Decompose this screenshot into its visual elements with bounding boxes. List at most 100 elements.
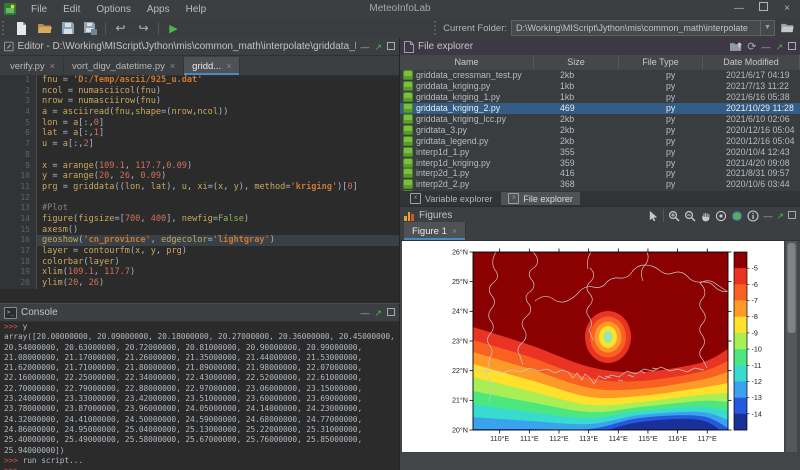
line-number: 11 (0, 182, 37, 193)
save-button[interactable] (59, 20, 76, 36)
undo-button[interactable]: ↩ (112, 20, 129, 36)
x-tick-label: 116°E (668, 434, 687, 443)
x-tick-label: 114°E (609, 434, 628, 443)
line-number: 14 (0, 214, 37, 225)
dock-tab-variable-explorer[interactable]: xVariable explorer (403, 192, 499, 205)
file-row[interactable]: interp2d_1.py416py2021/8/31 09:57 (400, 168, 800, 179)
file-row[interactable]: interp2d_2.py368py2020/10/6 03:44 (400, 179, 800, 190)
file-type: py (619, 125, 703, 135)
file-row[interactable]: griddata_kriging_1.py1kbpy2021/6/16 05:3… (400, 92, 800, 103)
console-minimize-button[interactable]: — (360, 308, 369, 318)
save-all-button[interactable] (82, 20, 99, 36)
column-header-file-type[interactable]: File Type (619, 55, 703, 70)
zoom-in-icon[interactable] (668, 210, 680, 222)
chevron-down-icon[interactable]: ▼ (760, 21, 774, 35)
editor-tab[interactable]: gridd...× (184, 57, 240, 75)
file-size: 2kb (534, 125, 619, 135)
console-output[interactable]: >>> yarray([20.00000000, 20.09000000, 20… (0, 321, 399, 470)
dock-tab-file-explorer[interactable]: ≡File explorer (501, 192, 580, 205)
toolbar-drag-handle[interactable] (434, 21, 439, 35)
redo-button[interactable]: ↪ (135, 20, 152, 36)
figures-minimize-button[interactable]: — (763, 211, 772, 221)
python-file-icon (403, 179, 413, 189)
zoom-out-icon[interactable] (684, 210, 696, 222)
close-icon[interactable]: × (170, 61, 175, 71)
close-icon[interactable]: × (50, 61, 55, 71)
editor-float-button[interactable]: ↗ (374, 42, 382, 52)
menu-options[interactable]: Options (89, 2, 137, 17)
file-row[interactable]: griddata_kriging_2.py469py2021/10/29 11:… (400, 103, 800, 114)
editor-panel-header: Editor - D:\Working\MIScript\Jython\mis\… (0, 38, 399, 56)
colorbar-label: -8 (752, 312, 758, 321)
figures-maximize-button[interactable] (788, 211, 796, 221)
y-tick-label: 25°N (452, 277, 468, 286)
new-file-button[interactable] (13, 20, 30, 36)
close-icon[interactable]: × (452, 226, 457, 236)
console-maximize-button[interactable] (387, 308, 395, 318)
line-number: 19 (0, 267, 37, 278)
browse-folder-button[interactable] (779, 20, 796, 36)
file-type: py (619, 103, 703, 113)
code-line: 14figure(figsize=[700, 400], newfig=Fals… (0, 214, 399, 225)
console-float-button[interactable]: ↗ (374, 308, 382, 318)
figure-tab[interactable]: Figure 1 × (404, 222, 466, 240)
refresh-icon[interactable]: ⟳ (747, 42, 756, 52)
current-folder-combobox[interactable]: D:\Working\MIScript\Jython\mis\common_ma… (511, 20, 775, 36)
menu-edit[interactable]: Edit (56, 2, 87, 17)
full-extent-icon[interactable] (715, 210, 727, 222)
column-header-date-modified[interactable]: Date Modified (703, 55, 800, 70)
file-explorer-float-button[interactable]: ↗ (775, 42, 783, 52)
globe-icon[interactable] (731, 210, 743, 222)
figure-canvas[interactable]: 110°E111°E112°E113°E114°E115°E116°E117°E… (400, 241, 800, 470)
menu-file[interactable]: File (24, 2, 54, 17)
colorbar-cell (734, 268, 747, 284)
line-number: 13 (0, 203, 37, 214)
open-folder-button[interactable] (36, 20, 53, 36)
file-name: interp1d_1.py (416, 147, 469, 157)
editor-tab[interactable]: verify.py× (2, 57, 64, 75)
code-line: 9x = arange(109.1, 117.7,0.09) (0, 161, 399, 172)
window-maximize-button[interactable] (752, 1, 774, 17)
line-number: 8 (0, 150, 37, 161)
file-row[interactable]: gridtata_legend.py2kbpy2020/12/16 05:04 (400, 135, 800, 146)
close-icon[interactable]: × (226, 61, 231, 71)
file-row[interactable]: griddata_cressman_test.py2kbpy2021/6/17 … (400, 70, 800, 81)
figures-float-button[interactable]: ↗ (776, 211, 784, 221)
code-editor[interactable]: 1fnu = 'D:/Temp/ascii/925_u.dat'2ncol = … (0, 75, 399, 303)
colorbar-label: -6 (752, 280, 758, 289)
editor-panel: Editor - D:\Working\MIScript\Jython\mis\… (0, 38, 400, 303)
file-explorer-panel: File explorer ⟳ — ↗ NameSizeFile TypeDat… (400, 38, 800, 206)
file-size: 1kb (534, 81, 619, 91)
menu-apps[interactable]: Apps (140, 2, 177, 17)
menu-help[interactable]: Help (179, 2, 214, 17)
file-explorer-title: File explorer (418, 41, 473, 52)
open-in-explorer-icon[interactable] (730, 42, 742, 52)
editor-maximize-button[interactable] (387, 42, 395, 52)
column-header-name[interactable]: Name (400, 55, 534, 70)
file-row[interactable]: interp1d_1.py355py2020/10/4 12:43 (400, 146, 800, 157)
code-line: 15axesm() (0, 225, 399, 236)
console-line: array([20.00000000, 20.09000000, 20.1800… (4, 332, 399, 342)
editor-minimize-button[interactable]: — (360, 42, 369, 52)
column-header-size[interactable]: Size (534, 55, 619, 70)
figures-title: Figures (419, 210, 452, 221)
pointer-icon[interactable] (648, 210, 659, 221)
editor-tab[interactable]: vort_digv_datetime.py× (64, 57, 184, 75)
window-close-button[interactable]: × (776, 1, 798, 17)
file-row[interactable]: griddata_kriging.py1kbpy2021/7/13 11:22 (400, 81, 800, 92)
toolbar-separator (158, 22, 159, 35)
window-minimize-button[interactable]: — (728, 1, 750, 17)
file-explorer-minimize-button[interactable]: — (761, 42, 770, 52)
pan-hand-icon[interactable] (700, 210, 711, 222)
file-row[interactable]: interp1d_kriging.py359py2021/4/20 09:08 (400, 157, 800, 168)
file-explorer-header: File explorer ⟳ — ↗ (400, 38, 800, 56)
run-script-button[interactable]: ▶ (165, 20, 182, 36)
toolbar-drag-handle[interactable] (2, 21, 7, 35)
file-row[interactable]: griddata_kriging_lcc.py2kbpy2021/6/10 02… (400, 114, 800, 125)
save-all-icon (84, 22, 97, 35)
identify-info-icon[interactable] (747, 210, 759, 222)
colorbar-label: -13 (752, 393, 762, 402)
colorbar-cell (734, 252, 747, 268)
file-row[interactable]: gridtata_3.py2kbpy2020/12/16 05:04 (400, 124, 800, 135)
file-explorer-maximize-button[interactable] (788, 42, 796, 52)
